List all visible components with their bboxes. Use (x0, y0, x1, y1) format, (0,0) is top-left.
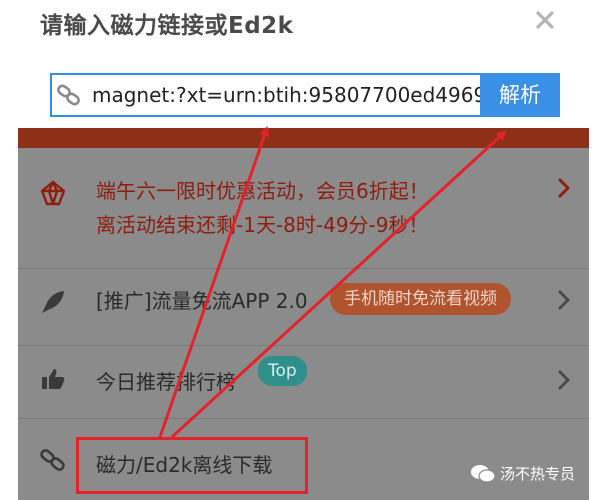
promo-countdown: 离活动结束还剩-1天-8时-49分-9秒！ (96, 213, 429, 237)
video-badge: 手机随时免流看视频 (330, 283, 511, 315)
ad-label: [推广]流量免流APP 2.0 (96, 289, 308, 313)
chevron-right-icon (558, 290, 570, 310)
list-item-ad[interactable]: [推广]流量免流APP 2.0 手机随时免流看视频 (18, 269, 589, 333)
highlight-box (76, 437, 308, 494)
top-badge: Top (258, 356, 307, 386)
watermark-text: 汤不热专员 (500, 465, 576, 483)
list-item-promo[interactable]: 端午六一限时优惠活动，会员6折起！ 离活动结束还剩-1天-8时-49分-9秒！ (18, 148, 589, 268)
gem-icon (40, 180, 66, 206)
thumbs-up-icon (42, 369, 65, 389)
parse-button[interactable]: 解析 (480, 73, 560, 117)
page-header-bar (18, 128, 589, 148)
chain-icon (40, 449, 65, 471)
rocket-icon (42, 291, 64, 313)
chevron-right-icon (558, 178, 570, 198)
magnet-dialog: 请输入磁力链接或Ed2k 解析 (0, 0, 599, 128)
chevron-right-icon (558, 370, 570, 390)
wechat-icon (471, 464, 496, 483)
magnet-input-box (50, 73, 480, 117)
link-icon (57, 84, 80, 106)
magnet-input-row: 解析 (50, 73, 560, 117)
ranking-label: 今日推荐排行榜 (96, 370, 236, 394)
list-item-ranking[interactable]: 今日推荐排行榜 Top (18, 346, 589, 416)
dialog-title: 请输入磁力链接或Ed2k (40, 13, 294, 39)
promo-line-1: 端午六一限时优惠活动，会员6折起！ (96, 179, 429, 203)
magnet-link-input[interactable] (92, 78, 480, 112)
watermark: 汤不热专员 (470, 463, 575, 489)
close-icon[interactable] (533, 8, 557, 32)
